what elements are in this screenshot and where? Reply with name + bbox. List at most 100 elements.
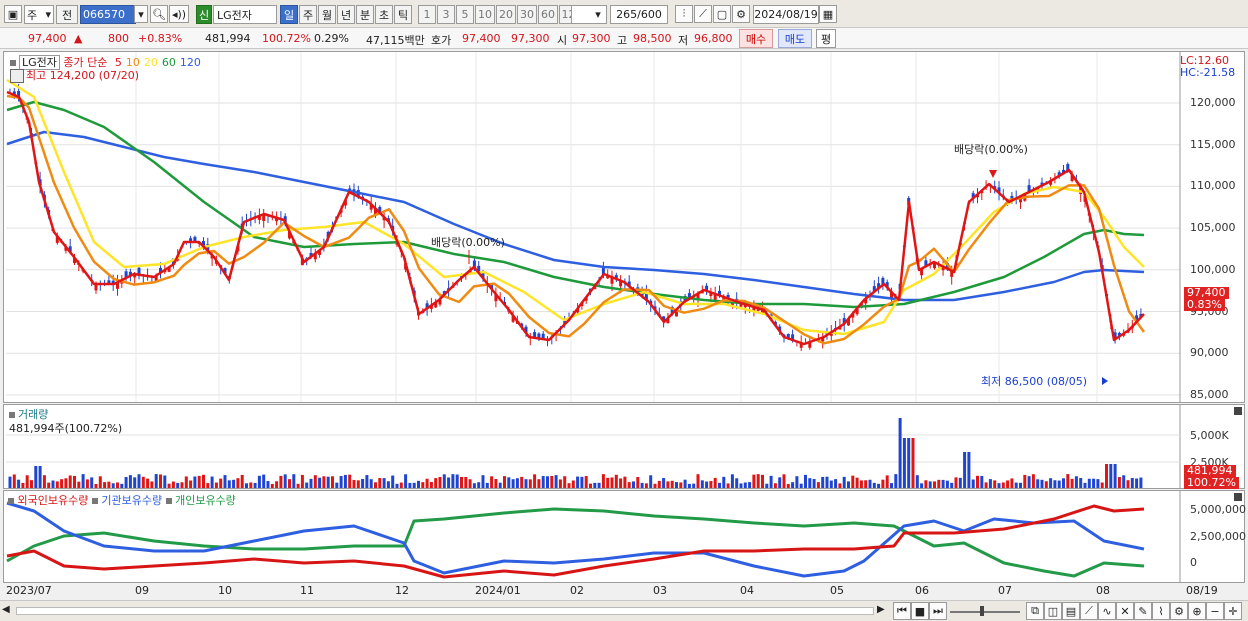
volume-bar — [219, 478, 223, 488]
last-icon[interactable]: ⏭ — [929, 602, 947, 620]
interval-button[interactable]: 10 — [475, 5, 495, 24]
interval-button[interactable]: 20 — [496, 5, 516, 24]
zoom-box-icon[interactable] — [10, 69, 24, 83]
period-tab[interactable]: 월 — [318, 5, 336, 24]
volume-bar — [700, 480, 704, 488]
line-chart-icon[interactable]: ⟋ — [694, 5, 712, 23]
volume-bar — [963, 452, 967, 488]
period-tab[interactable]: 일 — [280, 5, 298, 24]
interval-button[interactable]: 60 — [538, 5, 558, 24]
zoom-out-icon[interactable]: − — [1206, 602, 1224, 620]
volume-bar — [163, 475, 167, 488]
zoom-in-icon[interactable]: ⊕ — [1188, 602, 1206, 620]
price-panel[interactable]: 배당락(0.00%) 배당락(0.00%) 최저 86,500 (08/05) LG… — [3, 51, 1245, 403]
ma120-line — [6, 130, 1145, 302]
search-icon[interactable]: 🔍︎ — [150, 5, 168, 23]
wave-icon[interactable]: ∿ — [1098, 602, 1116, 620]
volume-bar — [288, 479, 291, 488]
x-axis: 2023/07 09 10 11 12 2024/01 02 03 04 05 06 07 08 08/1… — [0, 584, 1248, 598]
horizontal-scrollbar[interactable] — [16, 607, 874, 615]
volume-panel[interactable]: 거래량 481,994주(100.72%) 5,000K 2,500K 481,… — [3, 404, 1245, 489]
volume-bar — [386, 481, 390, 488]
speaker-icon[interactable]: ◂)) — [169, 5, 189, 23]
period-tab[interactable]: 주 — [299, 5, 317, 24]
volume-bar — [997, 483, 1001, 488]
interval-dropdown[interactable]: ▾ — [571, 5, 607, 24]
volume-bar — [335, 482, 339, 488]
trend-icon[interactable]: ⟋ — [1080, 602, 1098, 620]
price-tick: 110,000 — [1190, 179, 1236, 193]
volume-bar — [503, 476, 506, 488]
ma5-line — [6, 90, 1145, 346]
prev-button[interactable]: 전 — [56, 5, 78, 24]
volume-bar — [94, 483, 98, 488]
first-icon[interactable]: ⏮ — [893, 602, 911, 620]
volume-bar — [976, 475, 979, 488]
volume-bar — [597, 482, 601, 488]
stock-name-field[interactable]: LG전자 — [213, 5, 277, 24]
highest-label: 최고 124,200 (07/20) — [10, 67, 139, 83]
holdings-panel[interactable]: 외국인보유수량 기관보유수량 개인보유수량 5,000,000 2,500,00… — [3, 490, 1246, 583]
window-icon[interactable]: ⧉ — [1026, 602, 1044, 620]
close-icon[interactable] — [1234, 493, 1242, 501]
scroll-left-icon[interactable]: ◀ — [2, 604, 14, 618]
volume-bar — [141, 476, 145, 488]
dividend-marker — [989, 170, 997, 178]
interval-button[interactable]: 1 — [418, 5, 436, 24]
move-icon[interactable]: ✛ — [1224, 602, 1242, 620]
sell-button[interactable]: 매도 — [778, 29, 812, 48]
period-tab[interactable]: 분 — [356, 5, 374, 24]
chevron-down-icon[interactable]: ▾ — [134, 5, 148, 23]
layout-icon[interactable]: ▣ — [4, 5, 22, 23]
volume-bar — [739, 483, 743, 488]
period-tab[interactable]: 틱 — [394, 5, 412, 24]
volume-bar — [378, 478, 382, 488]
zoom-slider[interactable] — [950, 611, 1020, 613]
crop-icon[interactable]: ▢ — [713, 5, 731, 23]
volume-bar — [885, 475, 889, 488]
gear-icon[interactable]: ⚙ — [732, 5, 750, 23]
volume-bar — [1044, 481, 1048, 488]
volume-bar — [1036, 479, 1040, 488]
pencil-icon[interactable]: ✎ — [1134, 602, 1152, 620]
volume-bar — [515, 478, 519, 488]
period-tab[interactable]: 년 — [337, 5, 355, 24]
stock-code-input[interactable]: 066570 — [80, 5, 136, 24]
data-count-field[interactable]: 265/600 — [610, 5, 668, 24]
calendar-icon[interactable]: ▦ — [819, 5, 837, 23]
square-icon — [91, 498, 98, 504]
interval-button[interactable]: 30 — [517, 5, 537, 24]
volume-bar — [1087, 478, 1091, 488]
vol-last-pct-tag: 100.72% — [1184, 477, 1239, 489]
date-field[interactable]: 2024/08/19 — [753, 5, 819, 24]
interval-button[interactable]: 5 — [456, 5, 474, 24]
volume-bar — [812, 479, 816, 488]
close-icon[interactable] — [1234, 407, 1242, 415]
period-tab[interactable]: 초 — [375, 5, 393, 24]
market-type-select[interactable]: 주 ▾ — [24, 5, 54, 24]
split-icon[interactable]: ◫ — [1044, 602, 1062, 620]
hold-tick-0: 0 — [1190, 556, 1197, 569]
buy-button[interactable]: 매수 — [739, 29, 773, 48]
ma-period-label: 120 — [179, 56, 201, 69]
settings-icon[interactable]: ⚙ — [1170, 602, 1188, 620]
eval-button[interactable]: 평 — [816, 29, 836, 48]
volume-bar — [877, 483, 881, 488]
cross-icon[interactable]: ✕ — [1116, 602, 1134, 620]
zoom-slider-handle[interactable] — [980, 606, 984, 616]
candle-icon[interactable]: ⫶ — [675, 5, 693, 23]
volume-bar — [1066, 474, 1070, 488]
volume-bar — [245, 483, 248, 488]
price-change: 800 — [108, 32, 129, 45]
volume-bar — [481, 475, 485, 488]
volume-bar — [589, 483, 592, 488]
volume-bar — [42, 475, 46, 488]
stop-icon[interactable]: ■ — [911, 602, 929, 620]
scroll-right-icon[interactable]: ▶ — [877, 604, 889, 618]
volume-bar — [442, 474, 446, 488]
brush-icon[interactable]: ⌇ — [1152, 602, 1170, 620]
grid-icon[interactable]: ▤ — [1062, 602, 1080, 620]
ma-period-label: 60 — [161, 56, 176, 69]
volume-bar — [1100, 482, 1104, 488]
interval-button[interactable]: 3 — [437, 5, 455, 24]
